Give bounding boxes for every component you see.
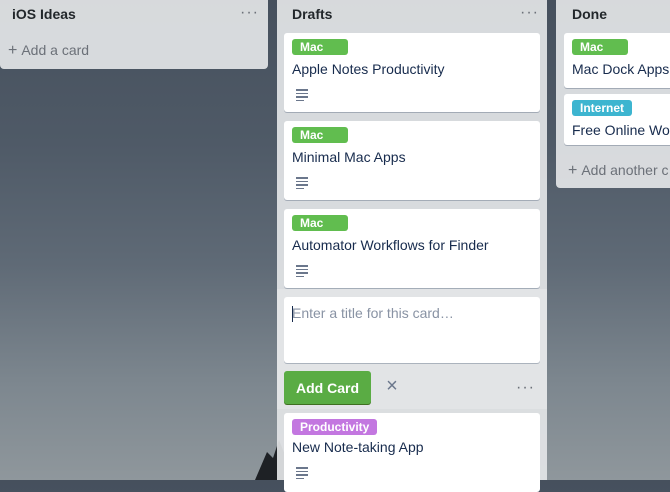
list-menu-icon[interactable]: ··· bbox=[520, 4, 539, 22]
card-title: New Note-taking App bbox=[292, 439, 424, 455]
plus-icon: + bbox=[8, 42, 18, 59]
description-icon bbox=[296, 265, 308, 277]
card-mac-dock-apps[interactable]: Mac Mac Dock Apps bbox=[564, 33, 670, 88]
card-label-mac: Mac bbox=[572, 39, 628, 55]
card-label-mac: Mac bbox=[292, 39, 348, 55]
description-icon bbox=[296, 467, 308, 479]
add-card-button[interactable]: Add Card bbox=[284, 371, 371, 404]
card-title-input[interactable] bbox=[284, 297, 540, 363]
card-title: Free Online Wor bbox=[572, 122, 670, 138]
plus-icon: + bbox=[568, 162, 578, 179]
list-menu-icon[interactable]: ··· bbox=[240, 4, 259, 22]
add-card-label: Add a card bbox=[21, 42, 90, 58]
card-free-online-wor[interactable]: Internet Free Online Wor bbox=[564, 94, 670, 145]
card-title: Minimal Mac Apps bbox=[292, 149, 406, 165]
card-label-mac: Mac bbox=[292, 215, 348, 231]
add-another-card-button[interactable]: + Add another c bbox=[568, 162, 669, 180]
card-label-mac: Mac bbox=[292, 127, 348, 143]
add-card-label: Add another c bbox=[581, 162, 669, 178]
text-caret bbox=[292, 306, 293, 322]
card-apple-notes-productivity[interactable]: Mac Apple Notes Productivity bbox=[284, 33, 540, 112]
add-card-button[interactable]: + Add a card bbox=[8, 42, 89, 60]
composer-menu-icon[interactable]: ··· bbox=[516, 379, 535, 397]
description-icon bbox=[296, 89, 308, 101]
card-title: Apple Notes Productivity bbox=[292, 61, 445, 77]
card-minimal-mac-apps[interactable]: Mac Minimal Mac Apps bbox=[284, 121, 540, 200]
description-icon bbox=[296, 177, 308, 189]
card-title: Automator Workflows for Finder bbox=[292, 237, 489, 253]
card-label-internet: Internet bbox=[572, 100, 633, 116]
list-ios-ideas: iOS Ideas ··· + Add a card bbox=[0, 0, 268, 69]
card-title: Mac Dock Apps bbox=[572, 61, 670, 77]
list-title[interactable]: iOS Ideas bbox=[12, 6, 76, 22]
list-title[interactable]: Done bbox=[572, 6, 607, 22]
close-icon[interactable]: × bbox=[382, 376, 402, 396]
card-label-productivity: Productivity bbox=[292, 419, 378, 435]
list-title[interactable]: Drafts bbox=[292, 6, 332, 22]
card-automator-workflows[interactable]: Mac Automator Workflows for Finder bbox=[284, 209, 540, 288]
card-new-note-taking-app[interactable]: Productivity New Note-taking App bbox=[284, 413, 540, 492]
